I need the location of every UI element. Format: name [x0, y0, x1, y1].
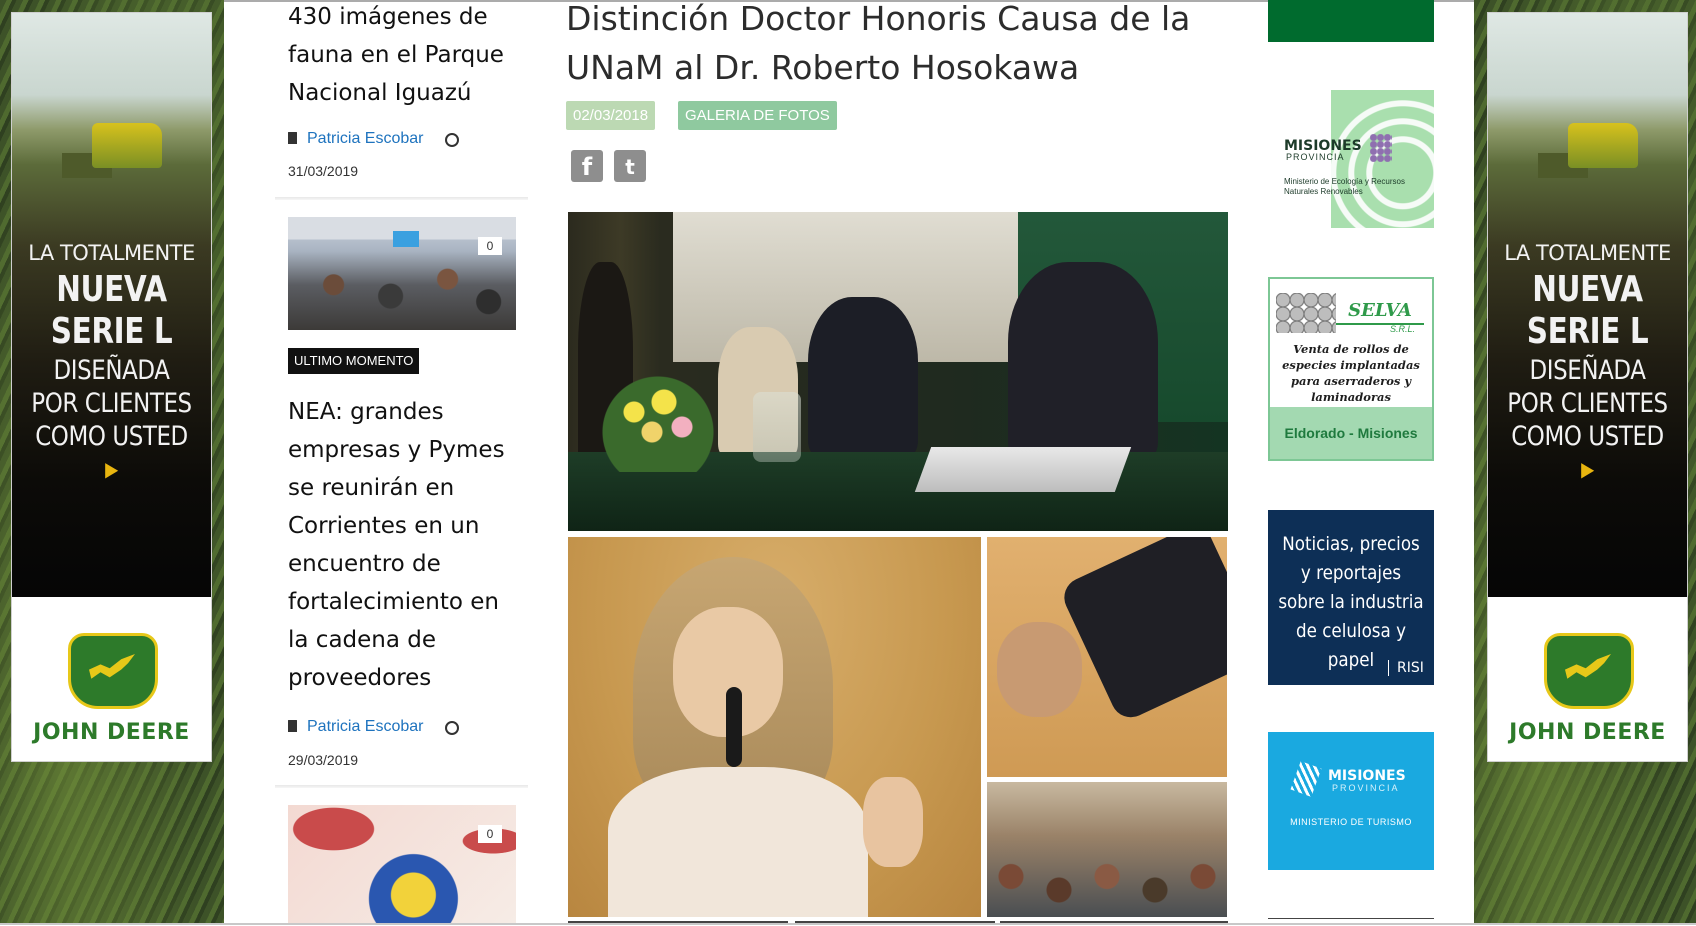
water-jar [753, 392, 801, 462]
ad-line-text: COMO USTED [35, 421, 188, 452]
category-tag[interactable]: ULTIMO MOMENTO [288, 348, 420, 374]
suit [1057, 537, 1227, 724]
right-skin-ad[interactable]: LA TOTALMENTE NUEVA SERIE L DISEÑADA POR… [1474, 0, 1696, 925]
ad-line: DISEÑADA [1529, 355, 1646, 386]
left-skin-ad[interactable]: LA TOTALMENTE NUEVA SERIE L DISEÑADA POR… [0, 0, 224, 925]
hand [863, 777, 923, 867]
ad-line: POR CLIENTES [31, 388, 192, 419]
ad-line: NUEVA [56, 269, 167, 310]
news-thumbnail[interactable]: 0 [288, 805, 516, 925]
gallery-photo-audience[interactable] [987, 782, 1227, 917]
ad-text: Noticias, precios y reportajes sobre la … [1278, 533, 1424, 671]
ad-ministry: MINISTERIO DE TURISMO [1290, 817, 1412, 827]
deer-shape [1565, 654, 1611, 679]
ad-suffix: S.R.L. [1390, 324, 1416, 334]
misiones-map-icon [1290, 761, 1322, 797]
comment-count-badge: 0 [478, 237, 502, 255]
banner-ad-turismo[interactable]: MISIONES PROVINCIA MINISTERIO DE TURISMO [1268, 732, 1434, 870]
logs-icon [1276, 293, 1336, 333]
news-date: 29/03/2019 [288, 752, 359, 768]
banner-ad-green[interactable] [1268, 0, 1434, 42]
gallery-photo-panel[interactable] [568, 212, 1228, 531]
forestry-machine-photo: LA TOTALMENTE NUEVA SERIE L DISEÑADA POR… [1488, 13, 1687, 597]
flower-arrangement [598, 372, 718, 472]
sweater [608, 767, 868, 917]
author-link[interactable]: Patricia Escobar [288, 130, 424, 148]
conference-screen [393, 231, 419, 247]
deer-shape [89, 654, 135, 679]
deer-logo-icon [1544, 633, 1634, 709]
author-link[interactable]: Patricia Escobar [288, 718, 424, 736]
author-name: Patricia Escobar [307, 130, 424, 147]
grape-icon [1370, 134, 1392, 162]
ad-line-text: COMO USTED [1511, 421, 1664, 452]
user-icon [288, 132, 297, 144]
news-thumbnail[interactable]: 0 [288, 217, 516, 330]
ad-line: COMO USTED ▶ [1503, 421, 1672, 483]
gallery-photo-speaker-woman[interactable] [568, 537, 981, 917]
microphone [726, 687, 742, 767]
ad-subtitle: PROVINCIA [1332, 783, 1400, 793]
play-arrow-icon: ▶ [105, 457, 118, 481]
ad-brand: JOHN DEERE [33, 720, 190, 745]
ad-line: DISEÑADA [53, 355, 170, 386]
ad-line: SERIE L [50, 311, 173, 352]
ad-brand: JOHN DEERE [1509, 720, 1666, 745]
papers-stack [914, 447, 1132, 492]
face [997, 622, 1082, 717]
banner-ad-risi[interactable]: Noticias, precios y reportajes sobre la … [1268, 510, 1434, 685]
article-date: 02/03/2018 [566, 101, 656, 130]
ad-subtitle: PROVINCIA [1286, 152, 1345, 162]
card-divider [275, 197, 528, 200]
article-title: Distinción Doctor Honoris Causa de la UN… [566, 0, 1191, 87]
ad-ministry: Ministerio de Ecología y Recursos Natura… [1284, 177, 1405, 196]
forestry-machine-photo: LA TOTALMENTE NUEVA SERIE L DISEÑADA POR… [12, 13, 211, 597]
play-arrow-icon: ▶ [1581, 457, 1594, 481]
ad-line: LA TOTALMENTE [28, 241, 195, 265]
panelist-figure [808, 297, 918, 457]
news-date: 31/03/2019 [288, 163, 359, 179]
ad-title: MISIONES [1328, 768, 1406, 784]
user-icon [288, 720, 297, 732]
banner-ad-selva[interactable]: SELVA S.R.L. Venta de rollos de especies… [1268, 277, 1434, 461]
ad-line: COMO USTED ▶ [27, 421, 196, 483]
forestry-machine-graphic [92, 123, 162, 168]
deer-logo-icon [68, 633, 158, 709]
author-name: Patricia Escobar [307, 718, 424, 735]
john-deere-ad-card[interactable]: LA TOTALMENTE NUEVA SERIE L DISEÑADA POR… [11, 12, 212, 762]
twitter-icon[interactable]: t [614, 150, 646, 182]
ad-line: NUEVA [1532, 269, 1643, 310]
clock-icon [445, 721, 459, 735]
ad-line: SERIE L [1526, 311, 1649, 352]
news-title-link[interactable]: NEA: grandes empresas y Pymes se reunirá… [288, 393, 518, 697]
forestry-machine-graphic [1568, 123, 1638, 168]
panelist-figure [1008, 262, 1158, 462]
gallery-photo-speaker-man[interactable] [987, 537, 1227, 777]
selva-top: SELVA S.R.L. Venta de rollos de especies… [1270, 279, 1432, 407]
card-divider [275, 785, 528, 788]
banner-ad-ecologia[interactable]: MISIONES PROVINCIA Ministerio de Ecologí… [1268, 90, 1434, 228]
facebook-icon[interactable]: f [571, 150, 603, 182]
article-category-link[interactable]: GALERIA DE FOTOS [678, 101, 837, 130]
ad-location: Eldorado - Misiones [1270, 407, 1432, 459]
ad-title: SELVA [1336, 299, 1424, 325]
ad-description: Venta de rollos de especies implantadas … [1282, 342, 1420, 404]
john-deere-ad-card[interactable]: LA TOTALMENTE NUEVA SERIE L DISEÑADA POR… [1487, 12, 1688, 762]
comment-count-badge: 0 [478, 825, 502, 843]
clock-icon [445, 133, 459, 147]
ad-line: POR CLIENTES [1507, 388, 1668, 419]
ad-logo: RISI [1388, 660, 1424, 676]
ad-line: LA TOTALMENTE [1504, 241, 1671, 265]
news-title-link[interactable]: 430 imágenes de fauna en el Parque Nacio… [288, 0, 518, 112]
